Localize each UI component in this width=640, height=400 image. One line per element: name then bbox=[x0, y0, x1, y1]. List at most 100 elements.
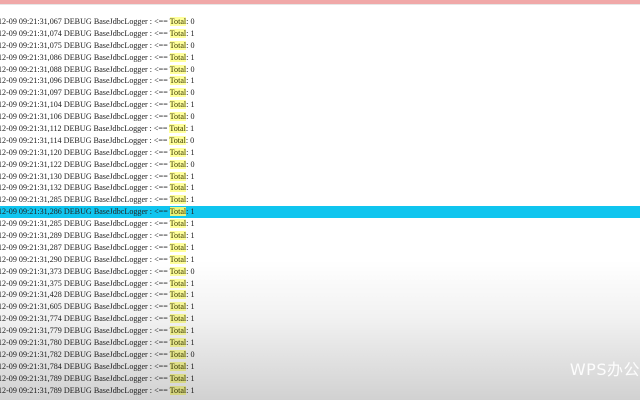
log-line[interactable]: 12-09 09:21:31,112 DEBUG BaseJdbcLogger … bbox=[0, 123, 640, 135]
log-total-value: : 0 bbox=[186, 349, 195, 359]
log-level: DEBUG bbox=[63, 124, 92, 134]
log-arrow: : <== bbox=[149, 195, 168, 205]
log-arrow: : <== bbox=[149, 135, 168, 145]
log-line[interactable]: 12-09 09:21:31,074 DEBUG BaseJdbcLogger … bbox=[0, 28, 640, 40]
log-total-value: : 0 bbox=[186, 40, 195, 50]
log-logger-name: BaseJdbcLogger bbox=[93, 242, 148, 252]
log-line[interactable]: 12-09 09:21:31,122 DEBUG BaseJdbcLogger … bbox=[0, 159, 640, 171]
log-line[interactable]: 12-09 09:21:31,132 DEBUG BaseJdbcLogger … bbox=[0, 182, 640, 194]
log-level: DEBUG bbox=[63, 28, 92, 38]
log-line-prefix: 12-09 09:21:31,428 bbox=[0, 290, 62, 300]
search-match-highlight: Total bbox=[169, 326, 187, 336]
log-line[interactable]: 12-09 09:21:31,289 DEBUG BaseJdbcLogger … bbox=[0, 230, 640, 242]
search-match-highlight: Total bbox=[169, 207, 187, 217]
log-arrow: : <== bbox=[149, 52, 168, 62]
log-line-prefix: 12-09 09:21:31,130 bbox=[0, 171, 62, 181]
search-match-highlight: Total bbox=[169, 171, 187, 181]
log-total-value: : 0 bbox=[186, 159, 195, 169]
log-line[interactable]: 12-09 09:21:31,104 DEBUG BaseJdbcLogger … bbox=[0, 99, 640, 111]
log-line[interactable]: 12-09 09:21:31,789 DEBUG BaseJdbcLogger … bbox=[0, 385, 640, 397]
log-line[interactable]: 12-09 09:21:31,774 DEBUG BaseJdbcLogger … bbox=[0, 313, 640, 325]
log-level: DEBUG bbox=[63, 147, 92, 157]
search-match-highlight: Total bbox=[169, 100, 187, 110]
log-line[interactable]: 12-09 09:21:31,088 DEBUG BaseJdbcLogger … bbox=[0, 64, 640, 76]
log-arrow: : <== bbox=[149, 207, 168, 217]
log-arrow: : <== bbox=[149, 254, 168, 264]
log-line[interactable]: 12-09 09:21:31,373 DEBUG BaseJdbcLogger … bbox=[0, 266, 640, 278]
log-arrow: : <== bbox=[149, 64, 168, 74]
log-line[interactable]: 12-09 09:21:31,428 DEBUG BaseJdbcLogger … bbox=[0, 289, 640, 301]
search-match-highlight: Total bbox=[169, 135, 186, 145]
log-line[interactable]: 12-09 09:21:31,290 DEBUG BaseJdbcLogger … bbox=[0, 254, 640, 266]
log-line[interactable]: 12-09 09:21:31,075 DEBUG BaseJdbcLogger … bbox=[0, 40, 640, 52]
log-logger-name: BaseJdbcLogger bbox=[93, 17, 148, 26]
log-level: DEBUG bbox=[63, 88, 92, 98]
log-level: DEBUG bbox=[63, 207, 92, 217]
log-level: DEBUG bbox=[63, 385, 92, 395]
log-line-prefix: 12-09 09:21:31,789 bbox=[0, 373, 62, 383]
log-line[interactable]: 12-09 09:21:31,114 DEBUG BaseJdbcLogger … bbox=[0, 135, 640, 147]
log-line[interactable]: 12-09 09:21:31,779 DEBUG BaseJdbcLogger … bbox=[0, 325, 640, 337]
log-logger-name: BaseJdbcLogger bbox=[93, 76, 148, 86]
log-logger-name: BaseJdbcLogger bbox=[93, 52, 148, 62]
log-line[interactable]: 12-09 09:21:31,780 DEBUG BaseJdbcLogger … bbox=[0, 337, 640, 349]
log-arrow: : <== bbox=[149, 76, 168, 86]
log-line-prefix: 12-09 09:21:31,097 bbox=[0, 88, 62, 98]
log-level: DEBUG bbox=[63, 17, 92, 26]
log-line[interactable]: 12-09 09:21:31,285 DEBUG BaseJdbcLogger … bbox=[0, 194, 640, 206]
log-line[interactable]: 12-09 09:21:31,605 DEBUG BaseJdbcLogger … bbox=[0, 301, 640, 313]
log-line[interactable]: 12-09 09:21:31,285 DEBUG BaseJdbcLogger … bbox=[0, 218, 640, 230]
log-line-prefix: 12-09 09:21:31,074 bbox=[0, 28, 62, 38]
log-line[interactable]: 12-09 09:21:31,375 DEBUG BaseJdbcLogger … bbox=[0, 278, 640, 290]
log-total-value: : 1 bbox=[186, 290, 195, 300]
log-total-value: : 0 bbox=[186, 64, 195, 74]
log-logger-name: BaseJdbcLogger bbox=[93, 231, 148, 241]
log-arrow: : <== bbox=[149, 361, 168, 371]
search-match-highlight: Total bbox=[169, 147, 187, 157]
log-line[interactable]: 12-09 09:21:31,784 DEBUG BaseJdbcLogger … bbox=[0, 361, 640, 373]
log-total-value: : 1 bbox=[186, 219, 195, 229]
search-match-highlight: Total bbox=[169, 254, 187, 264]
log-line[interactable]: 12-09 09:21:31,067 DEBUG BaseJdbcLogger … bbox=[0, 16, 640, 28]
log-logger-name: BaseJdbcLogger bbox=[93, 40, 148, 50]
log-total-value: : 1 bbox=[186, 278, 195, 288]
search-match-highlight: Total bbox=[169, 314, 187, 324]
log-line[interactable]: 12-09 09:21:31,782 DEBUG BaseJdbcLogger … bbox=[0, 349, 640, 361]
search-match-highlight: Total bbox=[169, 183, 187, 193]
log-line[interactable]: 12-09 09:21:31,120 DEBUG BaseJdbcLogger … bbox=[0, 147, 640, 159]
log-line[interactable]: 12-09 09:21:31,096 DEBUG BaseJdbcLogger … bbox=[0, 75, 640, 87]
log-line[interactable]: 12-09 09:21:31,086 DEBUG BaseJdbcLogger … bbox=[0, 52, 640, 64]
log-line[interactable]: 12-09 09:21:31,130 DEBUG BaseJdbcLogger … bbox=[0, 171, 640, 183]
log-level: DEBUG bbox=[63, 100, 92, 110]
search-match-highlight: Total bbox=[169, 373, 187, 383]
log-logger-name: BaseJdbcLogger bbox=[93, 112, 148, 122]
log-total-value: : 1 bbox=[186, 147, 195, 157]
log-level: DEBUG bbox=[63, 338, 92, 348]
log-logger-name: BaseJdbcLogger bbox=[93, 266, 148, 276]
log-arrow: : <== bbox=[149, 242, 168, 252]
log-line-prefix: 12-09 09:21:31,784 bbox=[0, 361, 62, 371]
log-line-prefix: 12-09 09:21:31,086 bbox=[0, 52, 62, 62]
log-line[interactable]: 12-09 09:21:31,106 DEBUG BaseJdbcLogger … bbox=[0, 111, 640, 123]
log-total-value: : 1 bbox=[186, 314, 195, 324]
log-line[interactable]: 12-09 09:21:31,789 DEBUG BaseJdbcLogger … bbox=[0, 373, 640, 385]
log-line-selected[interactable]: 12-09 09:21:31,286 DEBUG BaseJdbcLogger … bbox=[0, 206, 640, 219]
log-line-prefix: 12-09 09:21:31,375 bbox=[0, 278, 62, 288]
log-logger-name: BaseJdbcLogger bbox=[93, 64, 148, 74]
log-logger-name: BaseJdbcLogger bbox=[93, 135, 148, 145]
log-logger-name: BaseJdbcLogger bbox=[93, 207, 148, 217]
log-line[interactable]: 12-09 09:21:31,097 DEBUG BaseJdbcLogger … bbox=[0, 87, 640, 99]
log-total-value: : 0 bbox=[185, 135, 195, 145]
log-line[interactable]: 12-09 09:21:31,287 DEBUG BaseJdbcLogger … bbox=[0, 242, 640, 254]
watermark: WPS办公 bbox=[569, 360, 640, 379]
log-total-value: : 1 bbox=[186, 385, 195, 395]
log-level: DEBUG bbox=[63, 361, 92, 371]
log-level: DEBUG bbox=[63, 52, 92, 62]
toolbar-divider bbox=[0, 4, 640, 5]
log-line-prefix: 12-09 09:21:31,132 bbox=[0, 183, 62, 193]
log-total-value: : 1 bbox=[186, 76, 195, 86]
log-output-panel[interactable]: 12-09 09:21:31,067 DEBUG BaseJdbcLogger … bbox=[0, 16, 640, 400]
log-arrow: : <== bbox=[149, 278, 168, 288]
search-match-highlight: Total bbox=[169, 338, 187, 348]
log-logger-name: BaseJdbcLogger bbox=[93, 326, 148, 336]
